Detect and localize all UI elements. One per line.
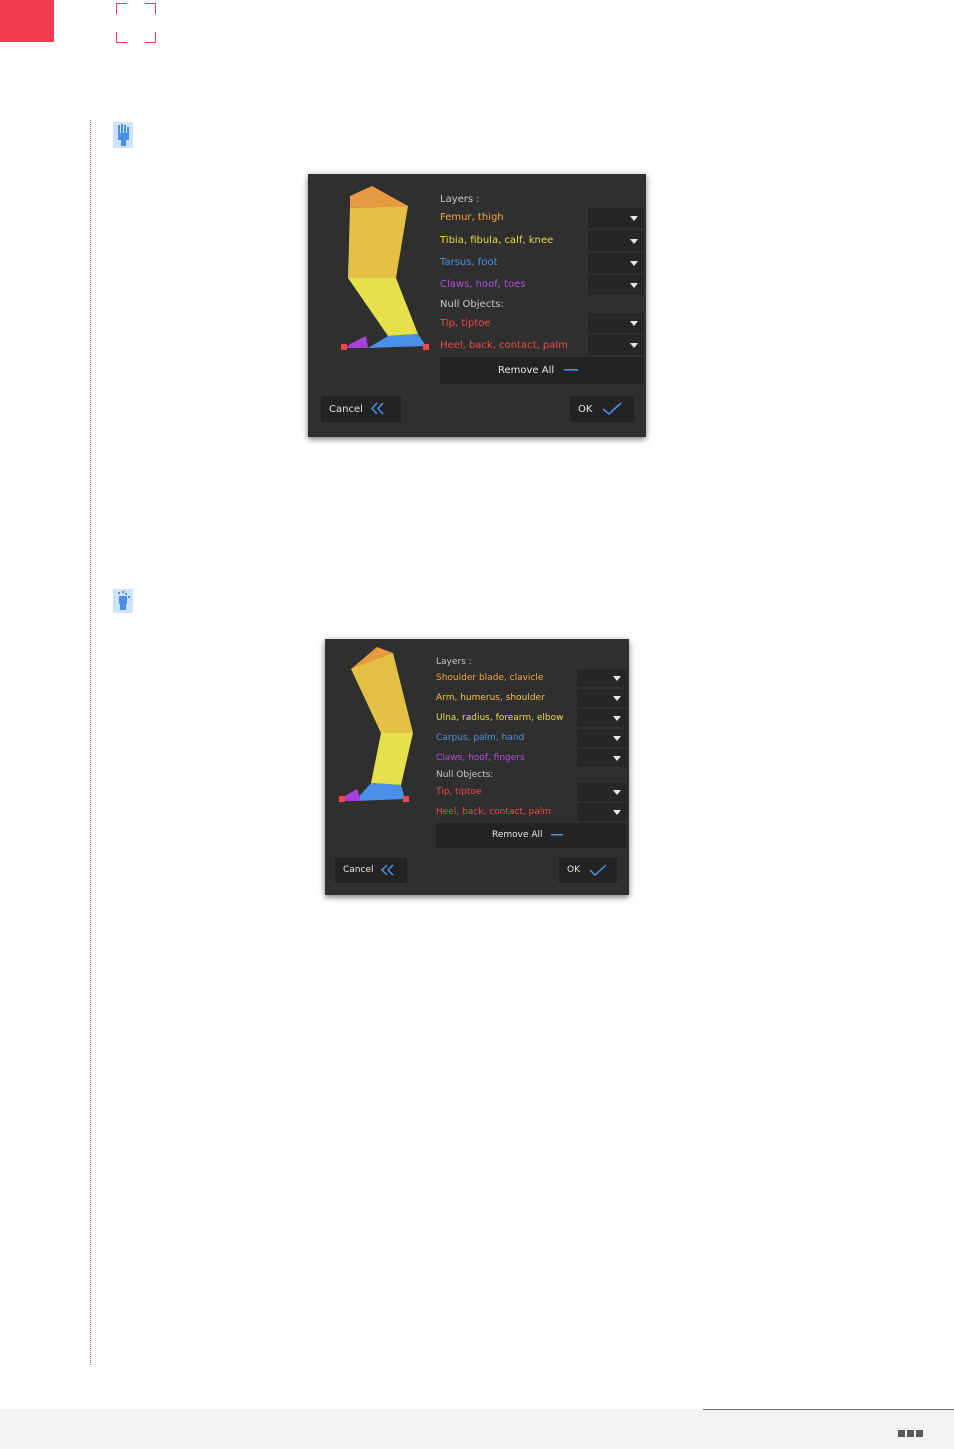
minus-icon (564, 369, 578, 371)
footer-bar (0, 1409, 954, 1449)
footer-divider (703, 1409, 954, 1410)
layer-dropdown-shoulder[interactable] (577, 669, 627, 687)
layer-label-claws: Claws, hoof, toes (440, 279, 526, 290)
layers-heading: Layers : (440, 194, 480, 205)
layer-dropdown-ulna[interactable] (577, 709, 627, 727)
page-dots-icon (898, 1422, 925, 1441)
remove-all-button[interactable]: Remove All (436, 823, 626, 848)
null-objects-heading: Null Objects: (436, 770, 494, 780)
header-color-block (0, 0, 54, 42)
cancel-label: Cancel (329, 404, 363, 415)
null-dropdown-heel[interactable] (588, 335, 644, 355)
checkmark-icon (602, 402, 622, 416)
layer-dropdown-tibia[interactable] (588, 231, 644, 251)
layer-label-claws: Claws, hoof, fingers (436, 753, 525, 763)
layer-label-tibia: Tibia, fibula, calf, knee (440, 235, 554, 246)
null-label-tip: Tip, tiptoe (436, 787, 482, 797)
ok-button[interactable]: OK (570, 396, 634, 422)
null-label-heel: Heel, back, contact, palm (440, 340, 568, 351)
double-chevron-left-icon (371, 402, 384, 415)
rear-leg-dialog: Layers : Femur, thigh Tibia, fibula, cal… (308, 174, 646, 437)
ok-label: OK (578, 404, 593, 415)
layer-label-tarsus: Tarsus, foot (440, 257, 498, 268)
layer-dropdown-claws[interactable] (588, 275, 644, 295)
arm-preview (339, 647, 413, 802)
null-label-heel: Heel, back, contact, palm (436, 807, 552, 817)
cancel-label: Cancel (343, 865, 374, 875)
cancel-button[interactable]: Cancel (335, 858, 407, 883)
layer-label-arm: Arm, humerus, shoulder (436, 693, 545, 703)
layer-label-shoulder: Shoulder blade, clavicle (436, 673, 544, 683)
leg-preview (341, 186, 429, 350)
checkmark-icon (589, 864, 607, 877)
foot-icon (113, 589, 133, 613)
layer-dropdown-carpus[interactable] (577, 729, 627, 747)
remove-all-button[interactable]: Remove All (440, 357, 644, 384)
layer-dropdown-tarsus[interactable] (588, 253, 644, 273)
double-chevron-left-icon (381, 864, 394, 876)
layer-label-femur: Femur, thigh (440, 212, 504, 223)
layer-label-ulna: Ulna, radius, forearm, elbow (436, 713, 564, 723)
remove-all-label: Remove All (492, 830, 543, 840)
null-dropdown-heel[interactable] (577, 803, 627, 821)
null-label-tip: Tip, tiptoe (440, 318, 491, 329)
ok-label: OK (567, 865, 580, 875)
null-dropdown-tip[interactable] (577, 783, 627, 801)
layers-heading: Layers : (436, 657, 472, 667)
frame-icon (116, 3, 156, 43)
ok-button[interactable]: OK (559, 858, 617, 883)
layer-dropdown-claws[interactable] (577, 749, 627, 767)
null-objects-heading: Null Objects: (440, 299, 504, 310)
front-leg-dialog: Layers : Shoulder blade, clavicle Arm, h… (325, 639, 629, 895)
layer-dropdown-femur[interactable] (588, 208, 644, 228)
hand-icon (113, 122, 133, 148)
cancel-button[interactable]: Cancel (321, 396, 401, 422)
layer-dropdown-arm[interactable] (577, 689, 627, 707)
margin-guide-line (90, 120, 91, 1365)
remove-all-label: Remove All (498, 365, 555, 376)
null-dropdown-tip[interactable] (588, 313, 644, 333)
minus-icon (551, 834, 563, 836)
layer-label-carpus: Carpus, palm, hand (436, 733, 525, 743)
